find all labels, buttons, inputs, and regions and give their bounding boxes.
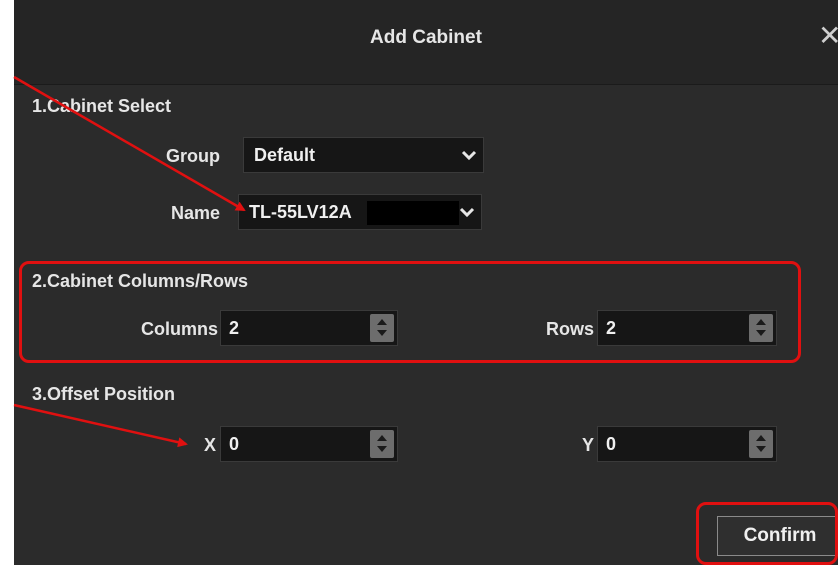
columns-spinbox[interactable]: 2	[220, 310, 398, 346]
spin-down-arrow[interactable]	[377, 446, 387, 452]
confirm-button[interactable]: Confirm	[717, 516, 838, 556]
columns-label: Columns	[140, 319, 218, 339]
x-label: X	[203, 435, 216, 455]
spinner-arrows-icon[interactable]	[370, 314, 394, 342]
dialog-titlebar: Add Cabinet ✕	[14, 0, 838, 85]
y-value: 0	[606, 434, 617, 454]
x-spinbox[interactable]: 0	[220, 426, 398, 462]
spin-up-arrow[interactable]	[377, 435, 387, 441]
rows-value: 2	[606, 318, 617, 338]
chevron-down-icon	[459, 207, 475, 218]
chevron-down-icon	[461, 150, 477, 161]
group-dropdown-value: Default	[254, 145, 316, 165]
y-label: Y	[581, 435, 594, 455]
name-label: Name	[170, 203, 220, 223]
spinner-arrows-icon[interactable]	[749, 430, 773, 458]
dialog-title: Add Cabinet	[370, 27, 482, 48]
screenshot-stage: Add Cabinet ✕ 1.Cabinet Select Group Def…	[0, 0, 838, 565]
spin-up-arrow[interactable]	[756, 435, 766, 441]
columns-value: 2	[229, 318, 240, 338]
section-cabinet-select-title: 1.Cabinet Select	[32, 96, 172, 116]
section-columns-rows-title: 2.Cabinet Columns/Rows	[32, 271, 249, 291]
spin-down-arrow[interactable]	[756, 330, 766, 336]
spinner-arrows-icon[interactable]	[370, 430, 394, 458]
add-cabinet-dialog: Add Cabinet ✕ 1.Cabinet Select Group Def…	[14, 0, 838, 565]
group-dropdown[interactable]: Default	[243, 137, 484, 173]
section-offset-position-title: 3.Offset Position	[32, 384, 176, 404]
name-dropdown-value: TL-55LV12A	[249, 202, 352, 222]
y-spinbox[interactable]: 0	[597, 426, 777, 462]
redaction-block	[367, 201, 459, 225]
x-value: 0	[229, 434, 240, 454]
rows-spinbox[interactable]: 2	[597, 310, 777, 346]
spin-up-arrow[interactable]	[756, 319, 766, 325]
close-icon[interactable]: ✕	[818, 22, 838, 50]
name-dropdown[interactable]: TL-55LV12A	[238, 194, 482, 230]
spin-up-arrow[interactable]	[377, 319, 387, 325]
rows-label: Rows	[545, 319, 594, 339]
spin-down-arrow[interactable]	[377, 330, 387, 336]
spin-down-arrow[interactable]	[756, 446, 766, 452]
group-label: Group	[166, 146, 220, 166]
spinner-arrows-icon[interactable]	[749, 314, 773, 342]
